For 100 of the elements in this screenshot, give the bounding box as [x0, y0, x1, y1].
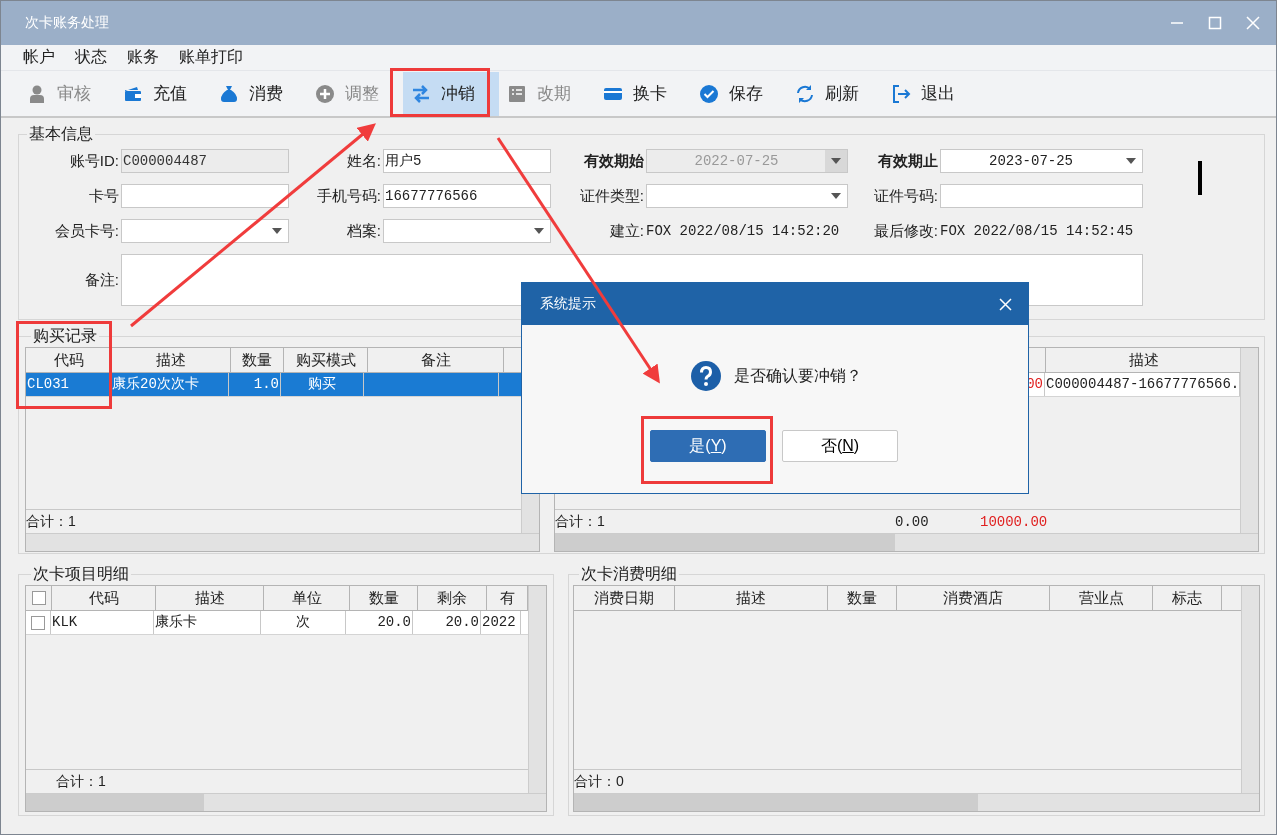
total-label: 合计：1: [555, 512, 605, 531]
field-label: 证件类型:: [578, 186, 644, 206]
field-label: 证件号码:: [872, 186, 938, 206]
field-label: 备注:: [83, 270, 119, 290]
audit-info: FOX 2022/08/15 14:52:45: [940, 223, 1135, 239]
sum-value: 0.00: [895, 513, 929, 530]
exit-icon: [891, 83, 911, 104]
total-label: 合计：0: [574, 772, 624, 791]
vertical-scrollbar[interactable]: [528, 586, 546, 793]
sum-value: 10000.00: [980, 513, 1048, 530]
toolbar-button[interactable]: 消费: [211, 71, 307, 116]
column-header[interactable]: 描述: [675, 586, 828, 610]
menu-item[interactable]: 账务: [127, 47, 159, 68]
section-title: 购买记录: [32, 326, 98, 346]
field-label: 手机号码:: [315, 186, 381, 206]
total-label: 合计：1: [56, 772, 106, 791]
field-label: 档案:: [345, 221, 381, 241]
dialog-button[interactable]: 否(N): [782, 430, 898, 462]
toolbar-button[interactable]: 保存: [691, 71, 787, 116]
checkbox[interactable]: [31, 591, 46, 605]
swap-arrows-icon: [411, 83, 431, 104]
dropdown-field[interactable]: [646, 184, 848, 208]
column-header[interactable]: 代码: [52, 586, 156, 610]
toolbar-button[interactable]: 换卡: [595, 71, 691, 116]
column-header[interactable]: 描述: [112, 348, 231, 372]
dropdown-caret-icon: [1126, 158, 1136, 164]
dropdown-field[interactable]: [121, 219, 289, 243]
question-icon: [690, 360, 722, 392]
column-header[interactable]: 消费日期: [574, 586, 675, 610]
input-field[interactable]: [940, 184, 1143, 208]
person-icon: [27, 83, 47, 104]
column-header[interactable]: 描述: [156, 586, 264, 610]
table-cell: 20.0: [346, 611, 413, 634]
section-title: 基本信息: [28, 124, 94, 144]
plus-circle-icon: [315, 83, 335, 104]
window-title: 次卡账务处理: [25, 14, 109, 32]
menu-item[interactable]: 状态: [75, 47, 107, 68]
vertical-scrollbar[interactable]: [1240, 348, 1258, 533]
checkbox[interactable]: [31, 615, 45, 630]
column-header[interactable]: 营业点: [1050, 586, 1153, 610]
column-header[interactable]: 单位: [264, 586, 350, 610]
field-label: 建立:: [608, 221, 644, 241]
text-cursor: [1198, 160, 1202, 195]
horizontal-scrollbar[interactable]: [26, 793, 546, 811]
close-icon[interactable]: [999, 297, 1012, 311]
column-header[interactable]: 数量: [350, 586, 418, 610]
horizontal-scrollbar[interactable]: [26, 533, 539, 551]
list-icon: [507, 83, 527, 104]
maximize-icon[interactable]: [1208, 16, 1222, 30]
menu-item[interactable]: 账单打印: [179, 47, 243, 68]
audit-info: FOX 2022/08/15 14:52:20: [646, 223, 841, 239]
total-label: 合计：1: [26, 512, 76, 531]
column-header[interactable]: 代码: [26, 348, 112, 372]
column-header[interactable]: 剩余: [418, 586, 487, 610]
column-header[interactable]: 数量: [828, 586, 897, 610]
column-header[interactable]: 标志: [1153, 586, 1222, 610]
toolbar-button[interactable]: 充值: [115, 71, 211, 116]
toolbar-button[interactable]: 退出: [883, 71, 979, 116]
dropdown-caret-icon: [272, 228, 282, 234]
dropdown-caret-icon: [831, 158, 841, 164]
horizontal-scrollbar[interactable]: [574, 793, 1259, 811]
toolbar-button[interactable]: 冲销: [403, 71, 499, 116]
table-cell: 20.0: [413, 611, 481, 634]
field-label: 有效期止: [877, 151, 938, 171]
horizontal-scrollbar[interactable]: [555, 533, 1258, 551]
field-label: 有效期始: [583, 151, 644, 171]
table-cell: 康乐卡: [154, 611, 261, 634]
dropdown-field[interactable]: [383, 219, 551, 243]
column-header[interactable]: 消费酒店: [897, 586, 1050, 610]
dialog-title: 系统提示: [540, 295, 596, 313]
toolbar-button[interactable]: 刷新: [787, 71, 883, 116]
menu-item[interactable]: 帐户: [23, 47, 55, 68]
bag-icon: [219, 83, 239, 104]
table-cell: KLK: [51, 611, 154, 634]
input-field[interactable]: 用户5: [383, 149, 551, 173]
table-row[interactable]: CL031 康乐20次次卡 1.0 购买: [26, 373, 521, 397]
section-title: 次卡项目明细: [32, 564, 130, 584]
scrollbar-thumb[interactable]: [574, 794, 978, 811]
field-label: 账号ID:: [68, 151, 119, 171]
column-header[interactable]: 数量: [231, 348, 284, 372]
dropdown-caret-icon: [831, 193, 841, 199]
column-header[interactable]: 备注: [368, 348, 504, 372]
refresh-icon: [795, 83, 815, 104]
field-label: 会员卡号:: [53, 221, 119, 241]
table-cell: 次: [261, 611, 346, 634]
input-field[interactable]: 16677776566: [383, 184, 551, 208]
scrollbar-thumb[interactable]: [26, 794, 204, 811]
dialog-button[interactable]: 是(Y): [650, 430, 766, 462]
scrollbar-thumb[interactable]: [555, 534, 895, 551]
dropdown-field[interactable]: 2023-07-25: [940, 149, 1143, 173]
field-label: 姓名:: [345, 151, 381, 171]
section-title: 次卡消费明细: [580, 564, 678, 584]
dropdown-caret-icon: [534, 228, 544, 234]
vertical-scrollbar[interactable]: [1241, 586, 1259, 793]
field-label: 卡号: [88, 186, 119, 206]
table-cell: 2022: [481, 611, 521, 634]
field-label: 最后修改:: [872, 221, 938, 241]
check-circle-icon: [699, 83, 719, 104]
input-field[interactable]: [121, 184, 289, 208]
column-header[interactable]: 购买模式: [284, 348, 368, 372]
